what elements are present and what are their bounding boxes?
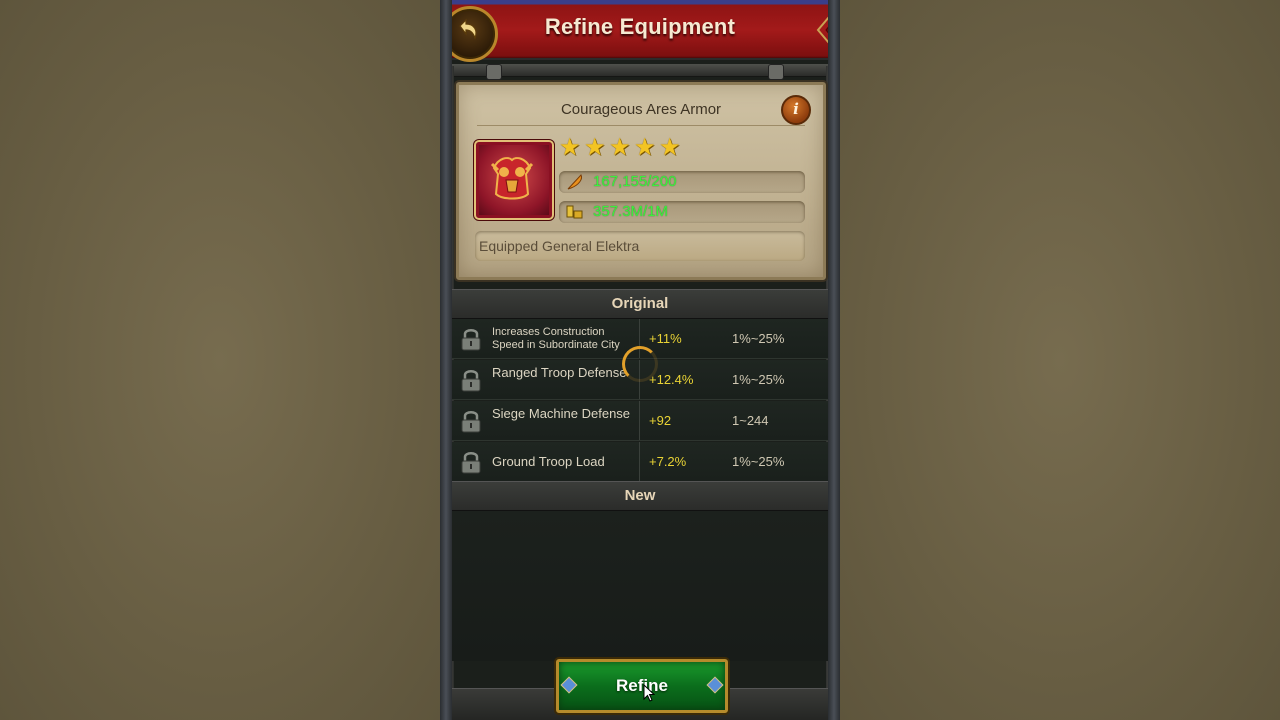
mouse-cursor-icon — [643, 684, 655, 702]
attribute-value: +11% — [649, 331, 682, 346]
table-row: Ground Troop Load +7.2% 1%~25% — [452, 442, 828, 482]
star-icon: ★ — [659, 134, 681, 161]
frame-rivet — [486, 64, 502, 80]
equipped-general-text: Equipped General Elektra — [479, 238, 640, 254]
star-icon: ★ — [559, 134, 581, 161]
gold-bars-icon — [566, 205, 583, 219]
star-icon: ★ — [634, 134, 656, 161]
attribute-value: +7.2% — [649, 454, 687, 469]
star-icon: ★ — [609, 134, 631, 161]
section-new-header: New — [452, 481, 828, 511]
attribute-range: 1%~25% — [732, 454, 785, 469]
loading-spinner-icon — [622, 346, 658, 382]
column-divider — [639, 401, 640, 440]
original-attributes-table: Increases Construction Speed in Subordin… — [452, 319, 828, 483]
star-icon: ★ — [584, 134, 606, 161]
attribute-range: 1%~25% — [732, 372, 785, 387]
feather-quill-icon — [567, 174, 582, 190]
column-divider — [639, 442, 640, 481]
info-button[interactable]: i — [781, 95, 811, 125]
screen-edge-right — [828, 0, 840, 720]
lock-icon[interactable] — [460, 409, 482, 433]
equipped-general-box: Equipped General Elektra — [475, 231, 805, 261]
equipment-name: Courageous Ares Armor — [560, 101, 722, 118]
equipment-card: Courageous Ares Armor i ★ ★ ★ ★ ★ 167,15… — [456, 82, 826, 280]
new-attributes-area — [452, 511, 828, 661]
background-left — [0, 0, 440, 720]
header-bar: Refine Equipment — [440, 0, 840, 62]
table-row: Siege Machine Defense +92 1~244 — [452, 401, 828, 441]
star-rating: ★ ★ ★ ★ ★ — [559, 134, 681, 163]
game-screen: Refine Equipment Courageous Ares Armor i… — [440, 0, 840, 720]
armor-icon — [490, 157, 534, 200]
section-original-header: Original — [452, 289, 828, 319]
equipment-armor-icon[interactable] — [476, 142, 552, 218]
page-title: Refine Equipment — [544, 14, 736, 39]
attribute-name: Ranged Troop Defense — [492, 365, 627, 380]
attribute-value: +92 — [649, 413, 672, 428]
lock-icon[interactable] — [460, 327, 482, 351]
refine-button[interactable]: Refine — [556, 659, 728, 713]
attribute-name: Increases Construction Speed in Subordin… — [492, 326, 620, 351]
screen-edge-left — [440, 0, 452, 720]
frame-rivet — [768, 64, 784, 80]
attribute-name: Ground Troop Load — [492, 454, 605, 469]
attribute-name: Siege Machine Defense — [492, 406, 631, 421]
refine-button-label: Refine — [616, 676, 668, 695]
gold-cost-amount: 357.3M/1M — [593, 203, 669, 220]
gold-cost-bar: 357.3M/1M — [559, 201, 805, 223]
lock-icon[interactable] — [460, 368, 482, 392]
lock-icon[interactable] — [460, 450, 482, 474]
attribute-range: 1~244 — [732, 413, 769, 428]
refine-stone-bar: 167,155/200 — [559, 171, 805, 193]
attribute-range: 1%~25% — [732, 331, 785, 346]
refine-stone-count: 167,155/200 — [593, 173, 677, 190]
attribute-value: +12.4% — [649, 372, 694, 387]
background-right — [840, 0, 1280, 720]
card-divider — [477, 125, 805, 126]
